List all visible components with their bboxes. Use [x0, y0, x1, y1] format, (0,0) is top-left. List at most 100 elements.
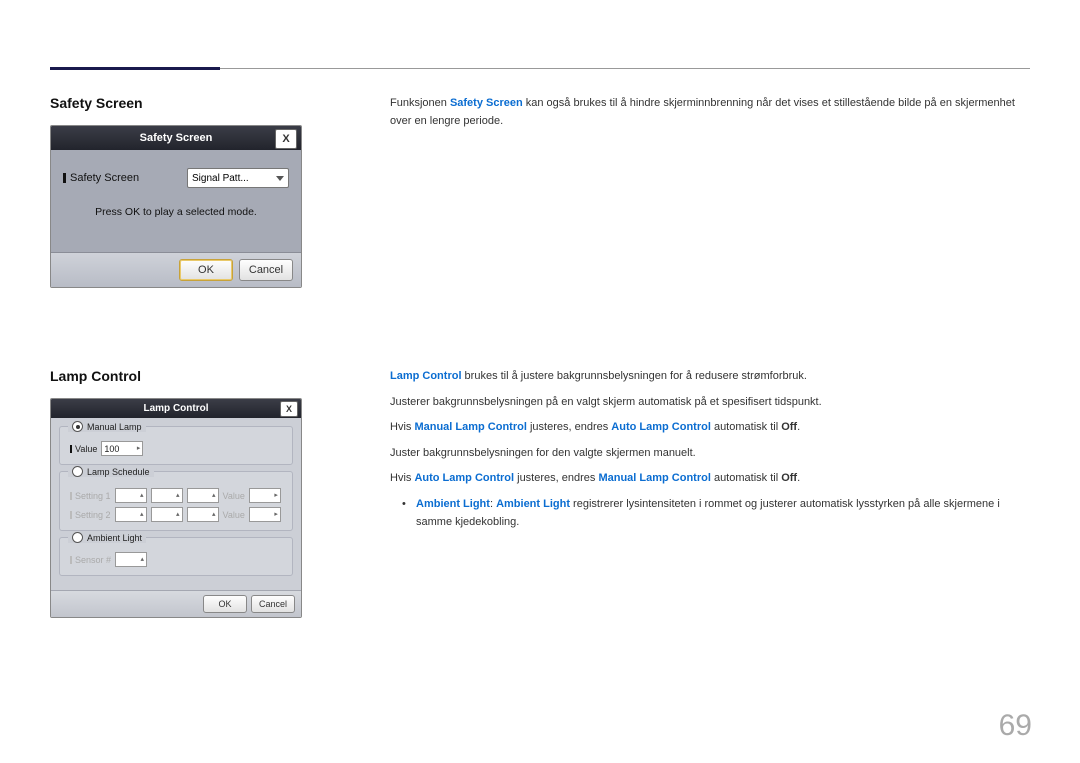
dialog-title: Lamp Control X	[51, 399, 301, 418]
hint-text: Press OK to play a selected mode.	[63, 206, 289, 218]
bullet-text: Ambient Light: Ambient Light registrerer…	[416, 496, 1030, 531]
sensor-row: Sensor # ▴	[70, 552, 284, 567]
text: justeres, endres	[527, 421, 611, 433]
setting1-label: Setting 1	[75, 491, 111, 501]
text: Hvis	[390, 421, 414, 433]
radio-icon[interactable]	[72, 532, 83, 543]
right-column-a: Funksjonen Safety Screen kan også brukes…	[390, 95, 1030, 138]
dialog-title-text: Lamp Control	[144, 403, 209, 414]
dialog-buttons: OK Cancel	[51, 590, 301, 617]
left-column-a: Safety Screen Safety Screen X Safety Scr…	[50, 95, 390, 288]
group-label-manual: Manual Lamp	[68, 421, 146, 432]
spinner[interactable]: ▴	[115, 507, 147, 522]
close-icon: X	[282, 133, 289, 145]
radio-icon[interactable]	[72, 421, 83, 432]
ok-label: OK	[198, 264, 214, 276]
group-ambient-light: Ambient Light Sensor # ▴	[59, 537, 293, 576]
spinner[interactable]: ▴	[187, 488, 219, 503]
group-label-text: Manual Lamp	[87, 422, 142, 432]
close-button[interactable]: X	[280, 401, 298, 417]
page-number: 69	[999, 709, 1032, 743]
highlight: Ambient Light	[416, 498, 490, 510]
combo-value: Signal Patt...	[192, 173, 249, 184]
spinner[interactable]: ▴	[151, 507, 183, 522]
bullet-icon: •	[402, 496, 416, 531]
highlight: Auto Lamp Control	[414, 472, 514, 484]
value-spinner[interactable]: 100 ▸	[101, 441, 143, 456]
ok-button[interactable]: OK	[179, 259, 233, 281]
dialog-body: Safety Screen Signal Patt... Press OK to…	[51, 150, 301, 252]
text: automatisk til	[711, 472, 781, 484]
off-text: Off	[781, 421, 797, 433]
p5: Hvis Auto Lamp Control justeres, endres …	[390, 470, 1030, 488]
cancel-button[interactable]: Cancel	[239, 259, 293, 281]
chevron-down-icon	[276, 176, 284, 181]
value-number: 100	[104, 444, 119, 454]
dialog-title-text: Safety Screen	[140, 132, 213, 144]
setting1-row: Setting 1 ▴ ▴ ▴ Value ▸	[70, 488, 284, 503]
dialog-buttons: OK Cancel	[51, 252, 301, 287]
dialog-title: Safety Screen X	[51, 126, 301, 150]
spinner[interactable]: ▴	[151, 488, 183, 503]
group-label-schedule: Lamp Schedule	[68, 466, 154, 477]
setting2-label: Setting 2	[75, 510, 111, 520]
group-label-text: Lamp Schedule	[87, 467, 150, 477]
ok-label: OK	[218, 599, 231, 609]
spin-arrows-icon: ▸	[137, 446, 141, 452]
highlight: Ambient Light	[496, 498, 570, 510]
close-icon: X	[286, 404, 292, 414]
highlight: Manual Lamp Control	[598, 472, 710, 484]
group-label-text: Ambient Light	[87, 533, 142, 543]
cancel-label: Cancel	[259, 599, 287, 609]
heading-safety-screen: Safety Screen	[50, 95, 390, 111]
value-label: Value	[223, 510, 245, 520]
off-text: Off	[781, 472, 797, 484]
sensor-label: Sensor #	[75, 555, 111, 565]
cancel-label: Cancel	[249, 264, 283, 276]
desc-a: Funksjonen Safety Screen kan også brukes…	[390, 95, 1030, 130]
highlight: Manual Lamp Control	[414, 421, 526, 433]
section-safety-screen: Safety Screen Safety Screen X Safety Scr…	[50, 95, 1030, 288]
spinner[interactable]: ▴	[187, 507, 219, 522]
close-button[interactable]: X	[275, 129, 297, 149]
text: automatisk til	[711, 421, 781, 433]
spinner[interactable]: ▴	[115, 488, 147, 503]
text: brukes til å justere bakgrunnsbelysninge…	[462, 370, 807, 382]
dialog-body: Manual Lamp Value 100 ▸	[51, 418, 301, 590]
field-label: Safety Screen	[63, 172, 187, 184]
highlight: Safety Screen	[450, 97, 523, 109]
top-accent	[50, 67, 220, 70]
p2: Justerer bakgrunnsbelysningen på en valg…	[390, 394, 1030, 412]
sensor-spinner[interactable]: ▴	[115, 552, 147, 567]
text: .	[797, 421, 800, 433]
field-label-text: Safety Screen	[70, 172, 139, 184]
section-lamp-control: Lamp Control Lamp Control X Manual Lamp	[50, 368, 1030, 618]
ok-button[interactable]: OK	[203, 595, 247, 613]
left-column-b: Lamp Control Lamp Control X Manual Lamp	[50, 368, 390, 618]
field-row: Safety Screen Signal Patt...	[63, 168, 289, 188]
p3: Hvis Manual Lamp Control justeres, endre…	[390, 419, 1030, 437]
p4: Juster bakgrunnsbelysningen for den valg…	[390, 445, 1030, 463]
group-manual-lamp: Manual Lamp Value 100 ▸	[59, 426, 293, 465]
text: Funksjonen	[390, 97, 450, 109]
heading-lamp-control: Lamp Control	[50, 368, 390, 384]
value-label: Value	[223, 491, 245, 501]
bullet-row: • Ambient Light: Ambient Light registrer…	[402, 496, 1030, 531]
spinner[interactable]: ▸	[249, 507, 281, 522]
right-column-b: Lamp Control brukes til å justere bakgru…	[390, 368, 1030, 535]
radio-icon[interactable]	[72, 466, 83, 477]
text: Hvis	[390, 472, 414, 484]
spinner[interactable]: ▸	[249, 488, 281, 503]
text: justeres, endres	[514, 472, 598, 484]
cancel-button[interactable]: Cancel	[251, 595, 295, 613]
highlight: Auto Lamp Control	[611, 421, 711, 433]
dialog-lamp-control: Lamp Control X Manual Lamp Value	[50, 398, 302, 618]
setting2-row: Setting 2 ▴ ▴ ▴ Value ▸	[70, 507, 284, 522]
p1: Lamp Control brukes til å justere bakgru…	[390, 368, 1030, 386]
highlight: Lamp Control	[390, 370, 462, 382]
group-lamp-schedule: Lamp Schedule Setting 1 ▴ ▴ ▴ Value ▸ Se…	[59, 471, 293, 531]
page: Safety Screen Safety Screen X Safety Scr…	[0, 0, 1080, 728]
group-label-ambient: Ambient Light	[68, 532, 146, 543]
dialog-safety-screen: Safety Screen X Safety Screen Signal Pat…	[50, 125, 302, 288]
signal-pattern-combo[interactable]: Signal Patt...	[187, 168, 289, 188]
